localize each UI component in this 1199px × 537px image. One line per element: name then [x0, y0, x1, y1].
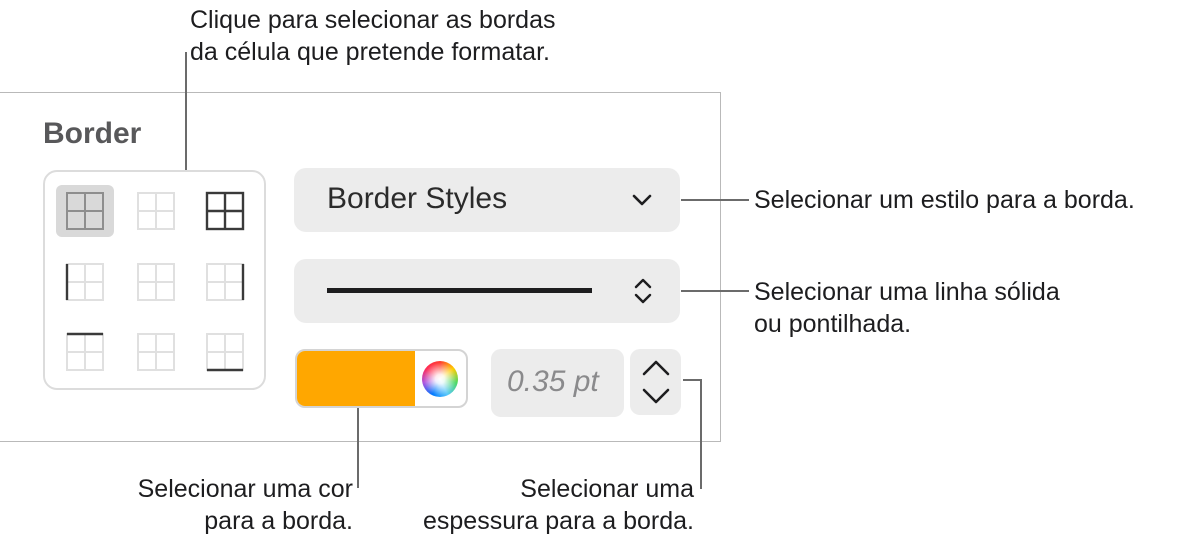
border-option-all[interactable]: [196, 185, 254, 237]
border-option-bottom[interactable]: [196, 326, 254, 378]
chevron-down-icon: [632, 194, 652, 206]
color-swatch[interactable]: [297, 351, 415, 406]
border-none-icon: [137, 192, 175, 230]
line-style-popup[interactable]: [294, 259, 680, 323]
border-none-icon: [137, 263, 175, 301]
border-option-none-3[interactable]: [127, 326, 185, 378]
up-down-arrows-icon: [634, 278, 652, 304]
border-top-icon: [66, 332, 104, 371]
border-bottom-icon: [206, 333, 244, 372]
border-option-none-2[interactable]: [127, 256, 185, 308]
chevron-up-icon[interactable]: [641, 359, 671, 377]
color-wheel-icon[interactable]: [422, 361, 458, 397]
callout-text: espessura para a borda.: [422, 507, 694, 535]
leader-line-line: [681, 290, 749, 292]
leader-line-color: [357, 408, 359, 488]
callout-text: Selecionar uma cor: [137, 475, 353, 503]
border-inside-icon: [66, 192, 104, 230]
border-color-well[interactable]: [295, 349, 468, 408]
border-styles-popup[interactable]: Border Styles: [294, 168, 680, 232]
thickness-stepper[interactable]: [630, 349, 681, 415]
border-option-inside[interactable]: [56, 185, 114, 237]
callout-text: da célula que pretende formatar.: [190, 38, 550, 66]
callout-text: para a borda.: [204, 507, 353, 535]
callout-border-style: Selecionar um estilo para a borda.: [754, 184, 1135, 216]
leader-line-style: [681, 199, 749, 201]
thickness-field[interactable]: 0.35 pt: [491, 349, 624, 417]
thickness-value: 0.35 pt: [507, 365, 599, 398]
border-right-icon: [206, 263, 245, 301]
callout-text: Selecionar um estilo para a borda.: [754, 186, 1135, 214]
callout-text: Clique para selecionar as bordas: [190, 6, 556, 34]
border-option-top[interactable]: [56, 326, 114, 378]
border-option-none[interactable]: [127, 185, 185, 237]
callout-cell-borders: Clique para selecionar as bordas da célu…: [190, 4, 556, 68]
cell-border-grid: [43, 170, 266, 390]
border-styles-label: Border Styles: [327, 182, 508, 215]
border-all-icon: [205, 191, 245, 231]
section-title: Border: [43, 117, 142, 150]
callout-text: ou pontilhada.: [754, 310, 912, 338]
leader-line-grid: [185, 52, 187, 170]
callout-line-style: Selecionar uma linha sólida ou pontilhad…: [754, 276, 1060, 340]
leader-line-thickness-v: [700, 379, 702, 489]
callout-text: Selecionar uma linha sólida: [754, 278, 1060, 306]
border-none-icon: [137, 333, 175, 371]
border-option-right[interactable]: [196, 256, 254, 308]
solid-line-preview: [327, 288, 592, 293]
callout-text: Selecionar uma: [520, 475, 694, 503]
callout-border-thickness: Selecionar uma espessura para a borda.: [423, 473, 694, 537]
border-option-left[interactable]: [56, 256, 114, 308]
callout-border-color: Selecionar uma cor para a borda.: [138, 473, 353, 537]
chevron-down-icon[interactable]: [641, 387, 671, 405]
border-left-icon: [65, 263, 104, 301]
